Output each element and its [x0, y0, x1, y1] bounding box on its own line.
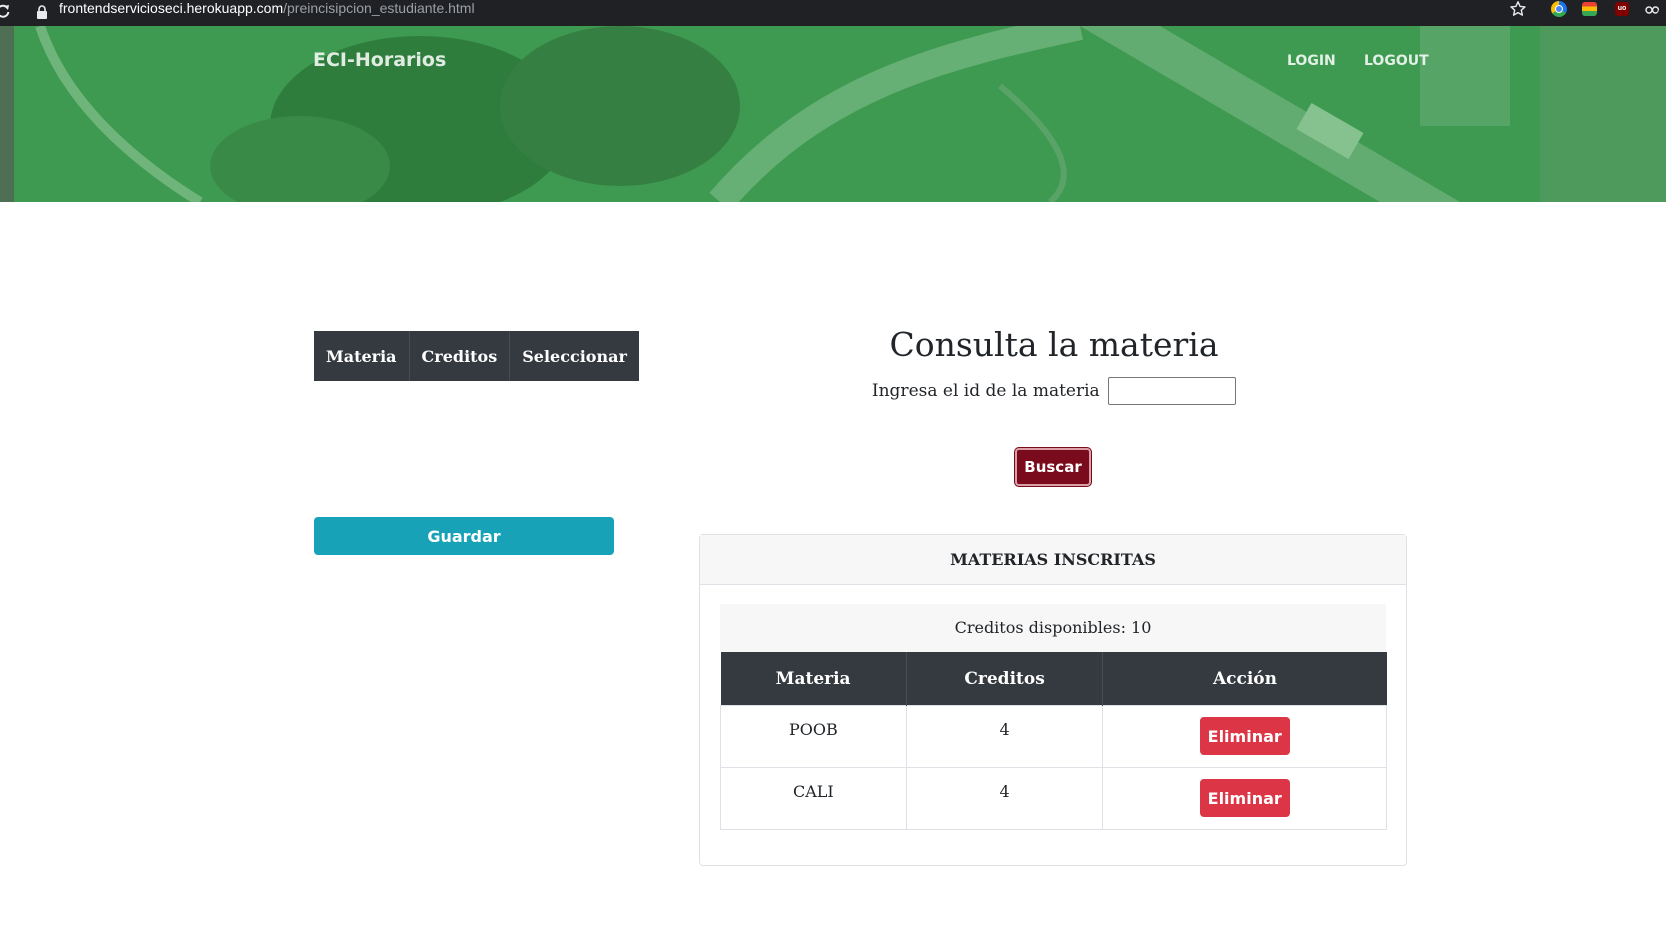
cell-action: Eliminar [1102, 705, 1387, 768]
search-row: Ingresa el id de la materia [700, 377, 1408, 405]
table-header-row: Materia Creditos Acción [720, 652, 1387, 706]
header-seleccionar: Seleccionar [522, 346, 627, 366]
cell-creditos: 4 [905, 705, 1104, 768]
column-header-materia: Materia [720, 652, 907, 706]
table-row: POOB 4 Eliminar [720, 705, 1387, 768]
lock-icon[interactable] [36, 5, 48, 19]
address-bar[interactable]: frontendservicioseci.herokuapp.com/prein… [59, 0, 475, 16]
search-label: Ingresa el id de la materia [871, 381, 1100, 401]
available-credits: Creditos disponibles: 10 [720, 604, 1386, 652]
delete-button[interactable]: Eliminar [1199, 779, 1290, 817]
cell-creditos: 4 [905, 767, 1104, 830]
extension-glasses-icon[interactable] [1645, 3, 1659, 15]
reload-icon[interactable] [0, 3, 11, 19]
url-path: /preincisipcion_estudiante.html [283, 0, 475, 16]
search-button[interactable]: Buscar [1015, 448, 1091, 486]
extension-colors-icon[interactable] [1582, 2, 1597, 16]
selection-table: Materia Creditos Seleccionar [314, 331, 639, 381]
header-creditos: Creditos [409, 331, 511, 381]
brand-logo[interactable]: ECI-Horarios [313, 49, 446, 71]
cell-action: Eliminar [1102, 767, 1387, 830]
save-button[interactable]: Guardar [314, 517, 614, 555]
bookmark-star-icon[interactable] [1509, 0, 1527, 18]
hero-navbar: ECI-Horarios LOGIN LOGOUT [0, 26, 1666, 202]
login-link[interactable]: LOGIN [1287, 53, 1336, 69]
table-row: CALI 4 Eliminar [720, 767, 1387, 830]
subject-id-input[interactable] [1108, 377, 1237, 405]
card-title: MATERIAS INSCRITAS [700, 535, 1406, 585]
browser-toolbar: frontendservicioseci.herokuapp.com/prein… [0, 0, 1666, 26]
cell-materia: CALI [720, 767, 907, 830]
column-header-creditos: Creditos [906, 652, 1104, 706]
extension-chrome-icon[interactable] [1551, 1, 1567, 17]
enrolled-subjects-card: MATERIAS INSCRITAS Creditos disponibles:… [699, 534, 1407, 866]
column-header-accion: Acción [1102, 652, 1387, 706]
url-host: frontendservicioseci.herokuapp.com [59, 0, 284, 16]
selection-table-header-row: Materia Creditos Seleccionar [314, 331, 639, 381]
extension-ublock-icon[interactable]: uo [1615, 2, 1629, 16]
page-title: Consulta la materia [889, 325, 1219, 364]
logout-link[interactable]: LOGOUT [1364, 53, 1429, 69]
enrolled-subjects-table: Materia Creditos Acción POOB 4 Eliminar … [720, 652, 1387, 830]
delete-button[interactable]: Eliminar [1199, 717, 1290, 755]
header-materia: Materia [314, 331, 410, 381]
cell-materia: POOB [720, 705, 907, 768]
